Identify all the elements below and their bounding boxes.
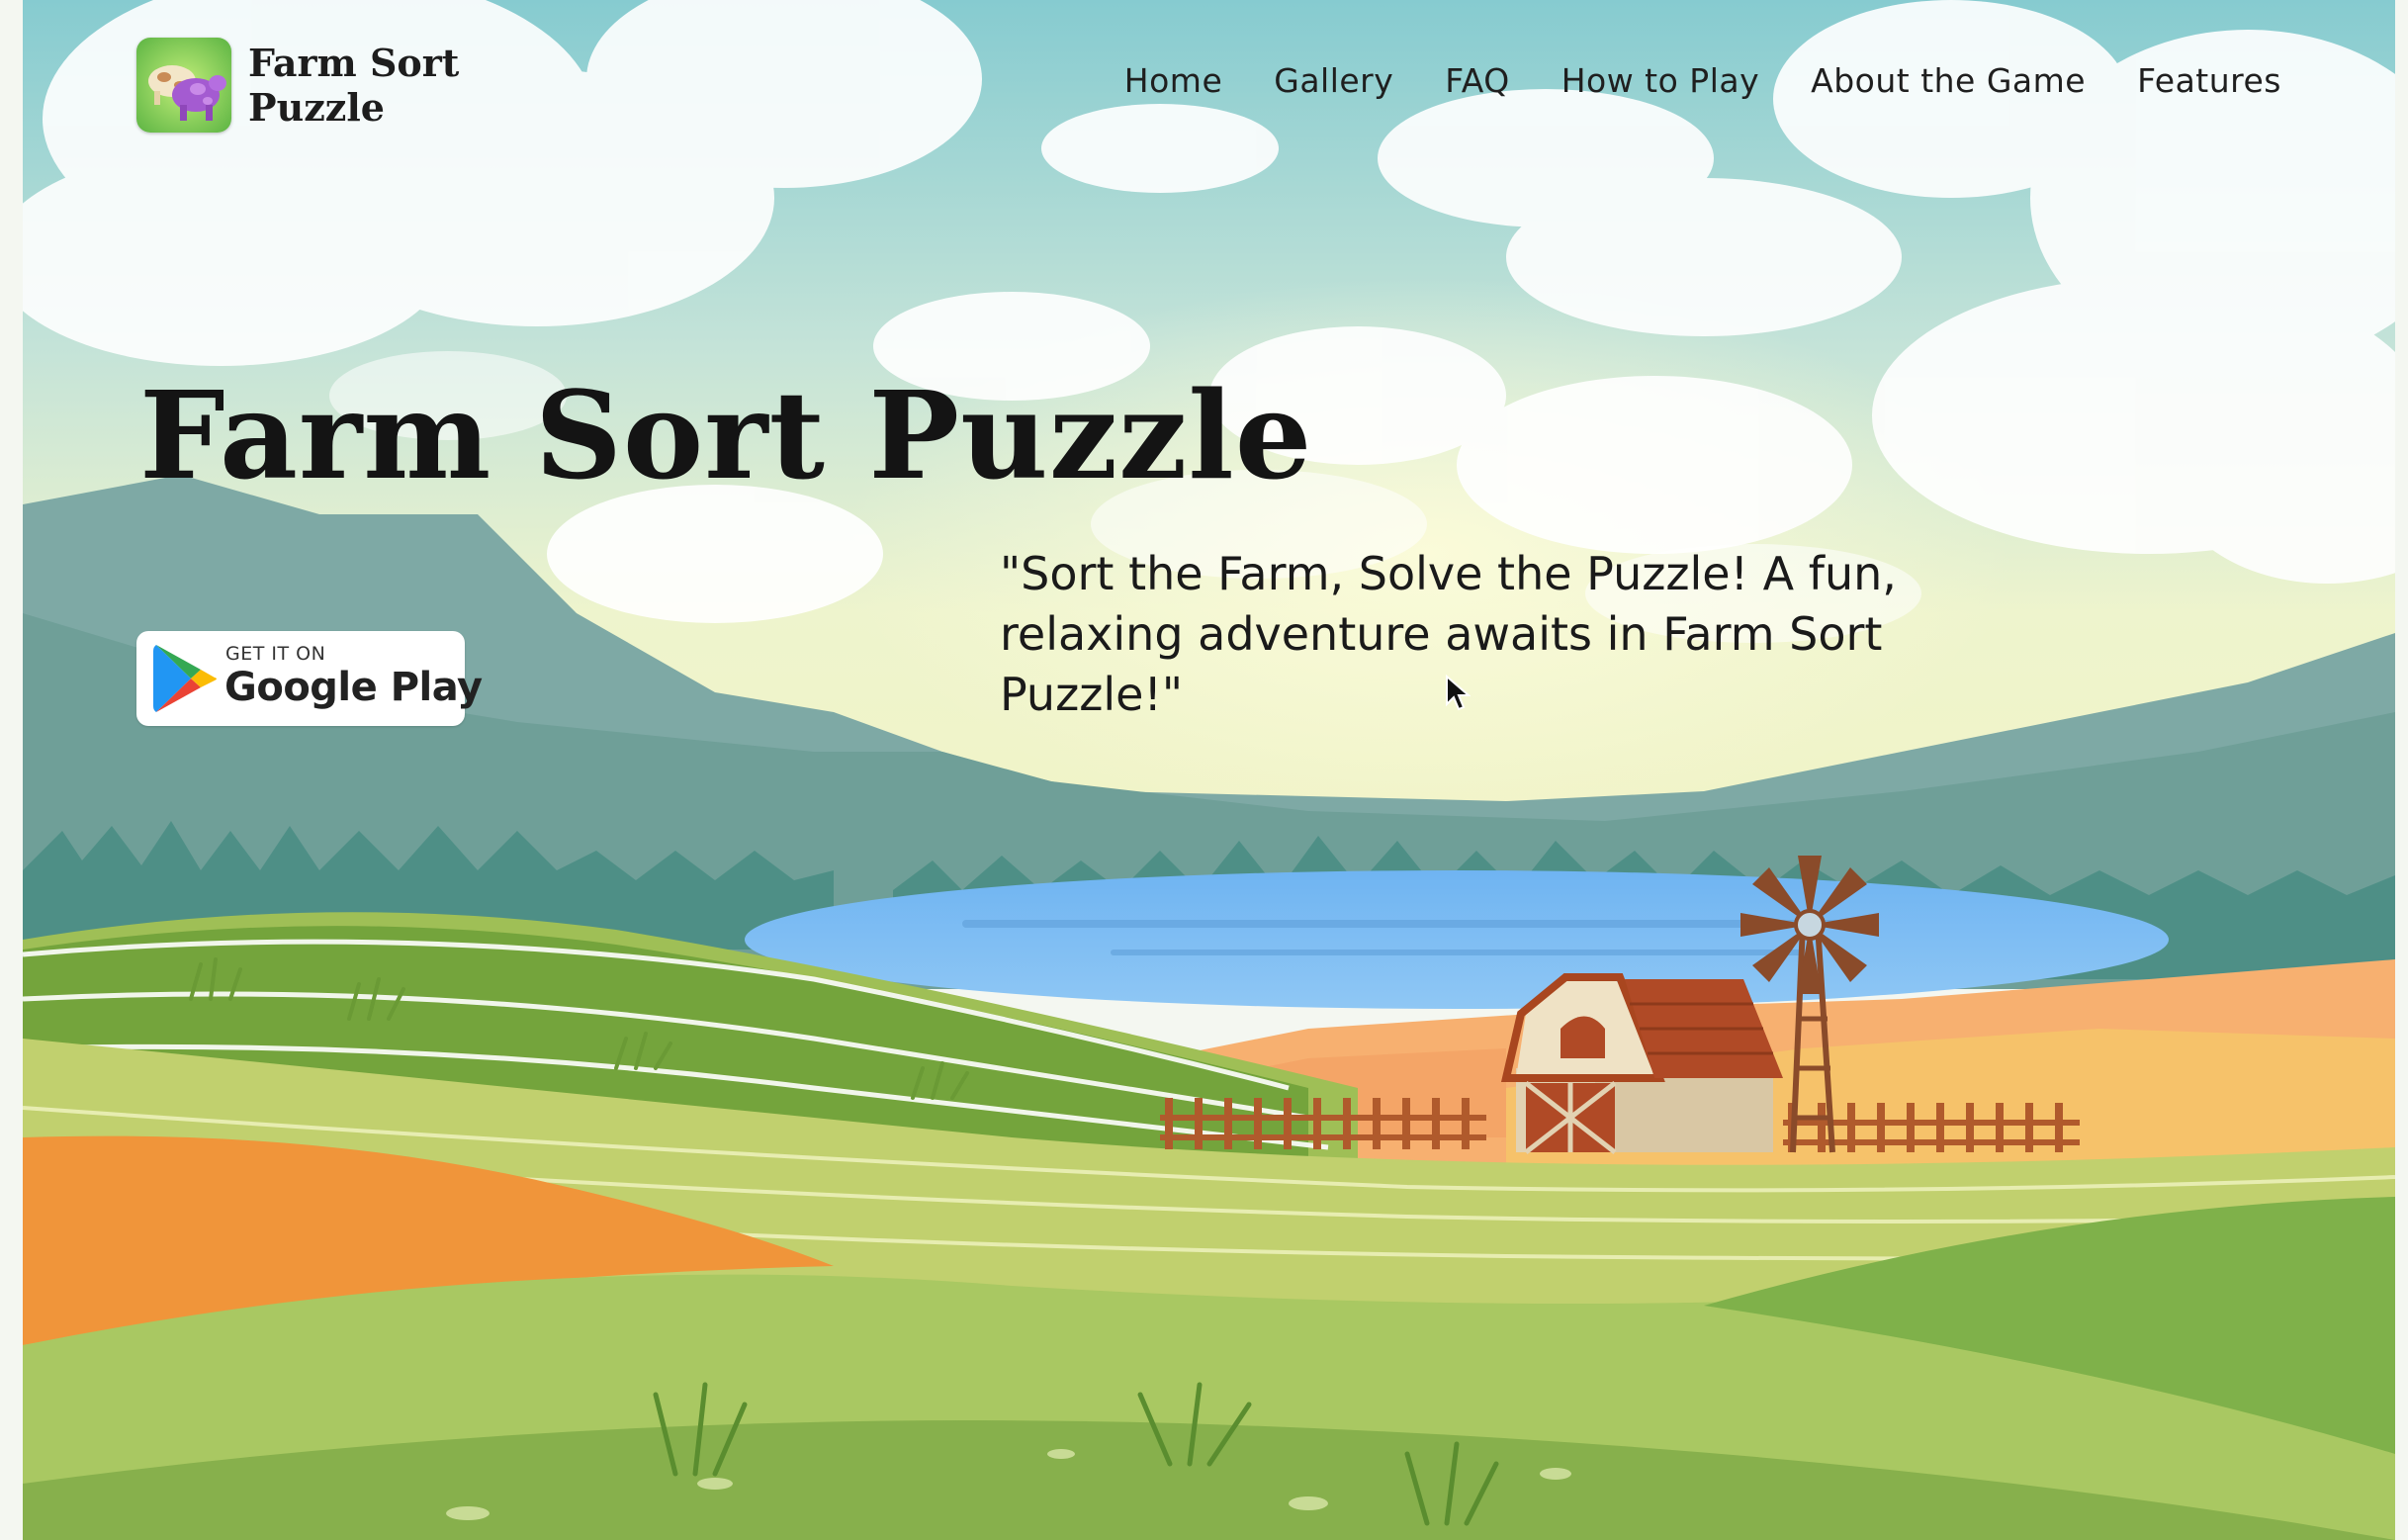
brand-logo-link[interactable]: Farm Sort Puzzle	[136, 38, 486, 133]
hero-title: Farm Sort Puzzle	[139, 364, 1313, 506]
badge-store-name: Google Play	[224, 665, 483, 710]
google-play-button[interactable]: GET IT ON Google Play	[136, 631, 483, 726]
mouse-cursor-icon	[1446, 675, 1471, 711]
nav-features[interactable]: Features	[2137, 61, 2281, 100]
badge-small-text: GET IT ON	[225, 643, 326, 665]
nav-how-to-play[interactable]: How to Play	[1561, 61, 1759, 100]
brand-name: Farm Sort Puzzle	[248, 41, 460, 130]
hero-tagline: "Sort the Farm, Solve the Puzzle! A fun,…	[1000, 547, 1897, 721]
nav-about-the-game[interactable]: About the Game	[1811, 61, 2086, 100]
nav-home[interactable]: Home	[1124, 61, 1222, 100]
site-header: Farm Sort Puzzle Home Gallery FAQ How to…	[23, 0, 2395, 178]
landing-page: Farm Sort Puzzle Home Gallery FAQ How to…	[23, 0, 2395, 1540]
google-play-icon	[153, 645, 217, 712]
app-icon	[136, 38, 231, 133]
main-nav: Home Gallery FAQ How to Play About the G…	[1124, 61, 2281, 100]
farm-landscape-illustration	[23, 0, 2395, 1540]
nav-gallery[interactable]: Gallery	[1274, 61, 1393, 100]
barn-illustration	[1500, 973, 1783, 1154]
nav-faq[interactable]: FAQ	[1445, 61, 1509, 100]
